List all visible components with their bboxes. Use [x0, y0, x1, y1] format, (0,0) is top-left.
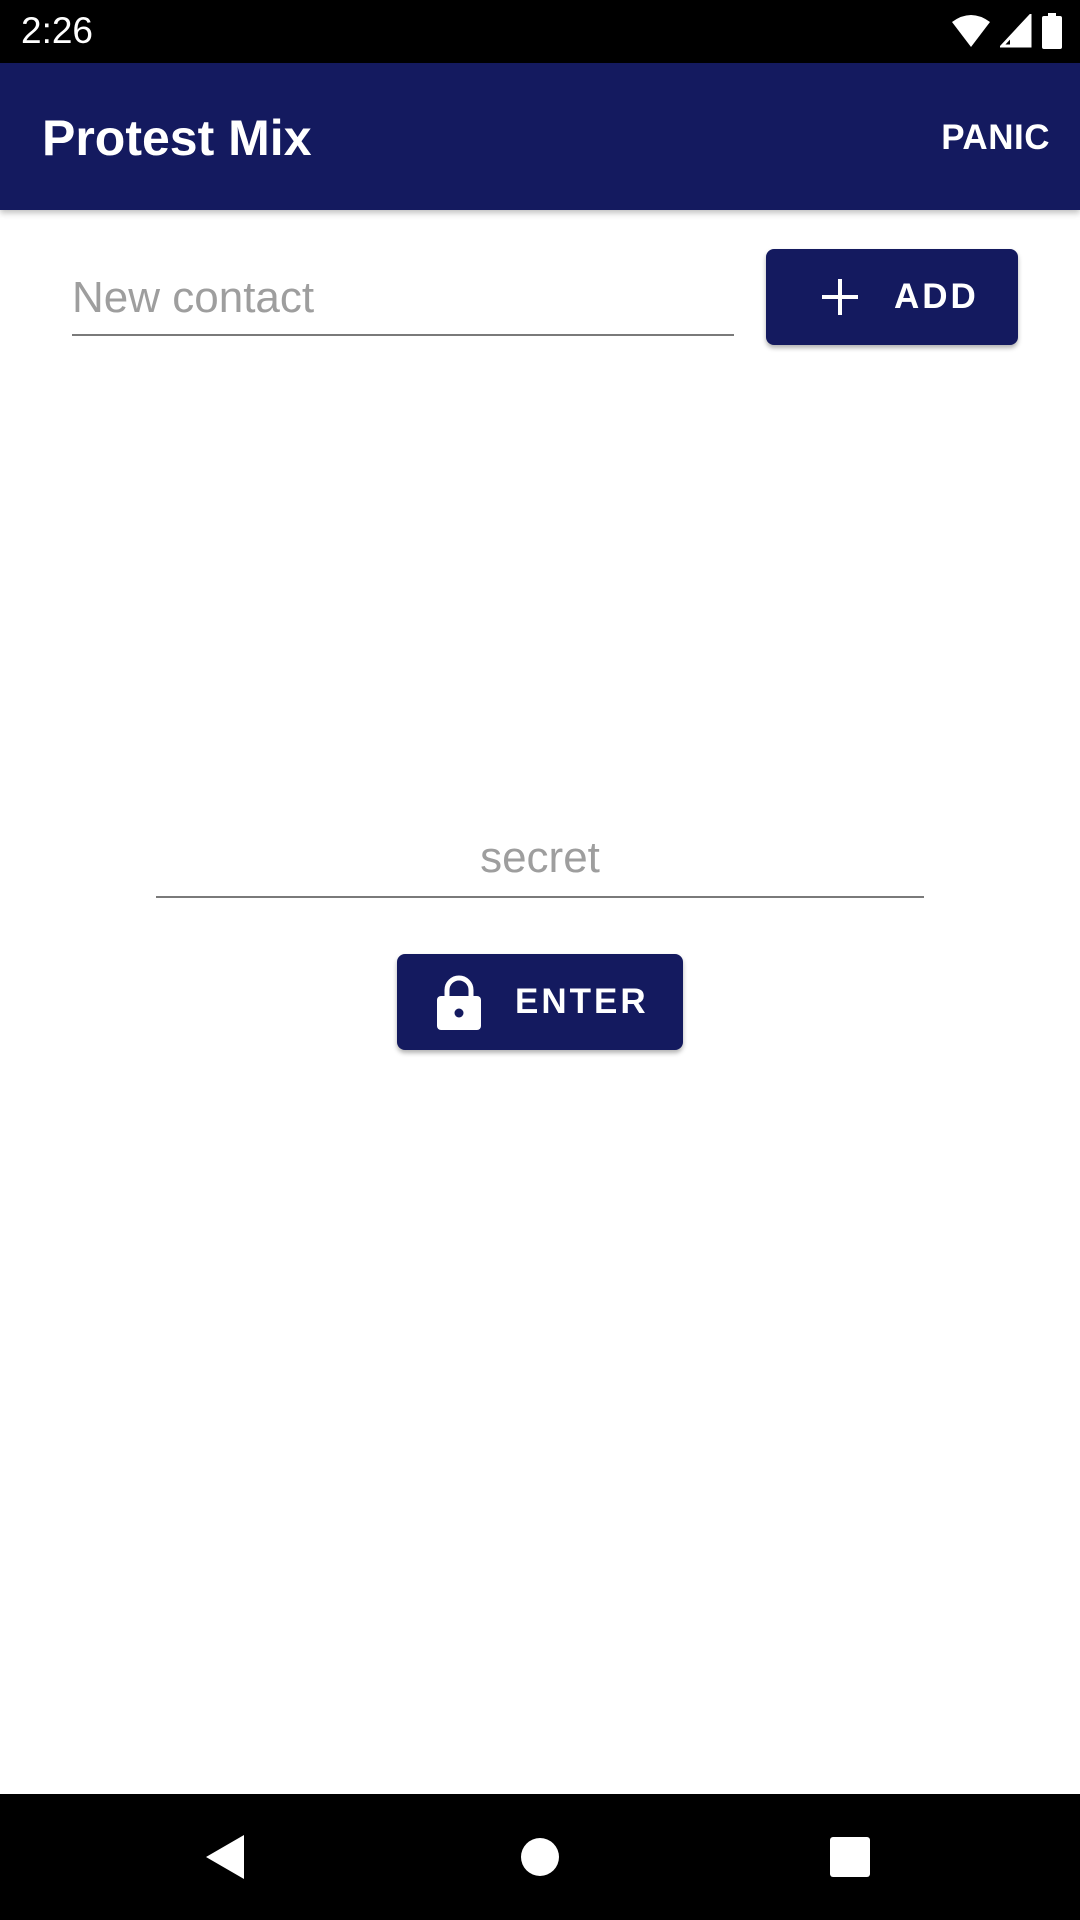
- status-icons: [952, 13, 1062, 49]
- plus-icon: [820, 277, 860, 317]
- new-contact-field: [72, 262, 734, 336]
- panic-button[interactable]: PANIC: [941, 117, 1050, 159]
- recents-icon[interactable]: [822, 1829, 878, 1885]
- app-bar: Protest Mix PANIC: [0, 63, 1080, 210]
- navigation-bar: [0, 1794, 1080, 1920]
- app-title: Protest Mix: [42, 110, 312, 166]
- app-screen: 2:26 Protest Mix PANIC New contact ADD E…: [0, 0, 1080, 1920]
- secret-field: [156, 820, 924, 898]
- cell-signal-icon: [1000, 14, 1032, 48]
- new-contact-input[interactable]: [72, 262, 734, 334]
- lock-icon: [437, 974, 481, 1030]
- wifi-icon: [952, 14, 990, 48]
- status-bar: 2:26: [0, 0, 1080, 63]
- back-icon[interactable]: [198, 1829, 254, 1885]
- status-time: 2:26: [21, 10, 94, 51]
- enter-button[interactable]: ENTER: [397, 954, 683, 1050]
- enter-button-label: ENTER: [515, 982, 649, 1021]
- battery-icon: [1042, 13, 1062, 49]
- add-button-label: ADD: [894, 277, 979, 316]
- secret-input[interactable]: [156, 820, 924, 896]
- home-icon[interactable]: [512, 1829, 568, 1885]
- add-contact-button[interactable]: ADD: [766, 249, 1018, 345]
